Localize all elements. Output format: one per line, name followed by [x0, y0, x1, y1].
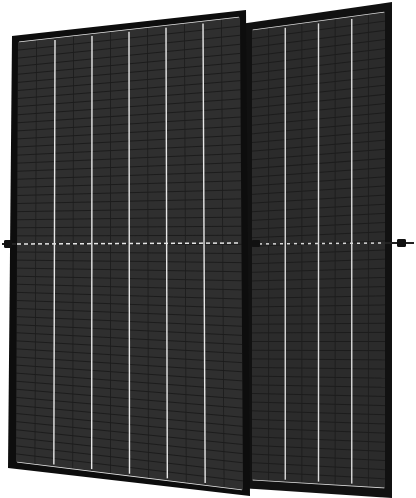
middle-connector: [252, 240, 260, 247]
right-connector: [397, 239, 406, 247]
back-panel: [240, 2, 392, 498]
solar-panels-photo: [0, 0, 416, 498]
left-connector: [4, 240, 12, 248]
front-panel: [8, 10, 250, 496]
